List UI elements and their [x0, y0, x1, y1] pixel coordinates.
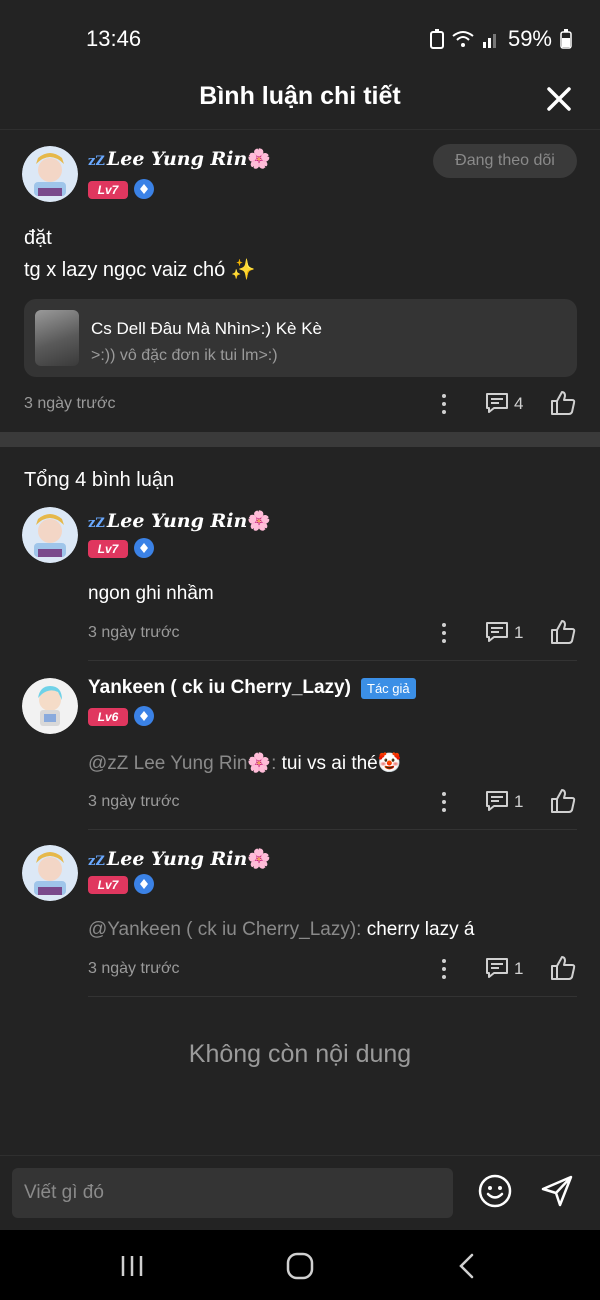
no-more-content: Không còn nội dung	[188, 1040, 412, 1068]
username[interactable]: zZ Lee Yung Rin🌸	[88, 847, 271, 870]
status-bar: 13:46 59%	[0, 0, 600, 78]
send-icon[interactable]	[540, 1174, 574, 1208]
comment-text: ngon ghi nhầm	[88, 583, 214, 605]
comment-composer	[0, 1155, 600, 1230]
comment-text: @zZ Lee Yung Rin🌸: tui vs ai thé🤡	[88, 751, 401, 775]
quote-subtitle: >:)) vô đặc đơn ik tui lm>:)	[91, 347, 278, 364]
divider	[88, 996, 577, 997]
flower-icon: 🌸	[247, 510, 271, 532]
more-icon[interactable]	[434, 957, 454, 981]
recent-apps-icon[interactable]	[116, 1250, 148, 1282]
avatar[interactable]	[22, 507, 78, 563]
emoji-icon[interactable]	[478, 1174, 512, 1208]
quote-title: Cs Dell Đâu Mà Nhìn>:) Kè Kè	[91, 319, 323, 338]
reply-icon[interactable]	[485, 621, 509, 643]
comment-body: cherry lazy á	[366, 919, 475, 940]
back-icon[interactable]	[452, 1250, 484, 1282]
verified-icon	[134, 874, 154, 894]
reply-count: 1	[514, 623, 524, 642]
like-icon[interactable]	[550, 788, 576, 814]
avatar[interactable]	[22, 146, 78, 202]
reply-icon[interactable]	[485, 790, 509, 812]
level-badge: Lv6	[88, 708, 128, 726]
like-icon[interactable]	[550, 390, 576, 416]
comment-count-heading: Tổng 4 bình luận	[24, 469, 175, 491]
level-badge: Lv7	[88, 876, 128, 894]
reply-count: 1	[514, 959, 524, 978]
verified-icon	[134, 706, 154, 726]
more-icon[interactable]	[434, 790, 454, 814]
author-badge: Tác giả	[361, 678, 416, 699]
username-text: Lee Yung Rin	[106, 510, 248, 532]
page-title: Bình luận chi tiết	[199, 82, 401, 110]
home-icon[interactable]	[284, 1250, 316, 1282]
battery-saver-icon	[429, 29, 444, 49]
header: Bình luận chi tiết	[0, 78, 600, 130]
divider	[88, 829, 577, 830]
avatar[interactable]	[22, 845, 78, 901]
comment-input[interactable]	[12, 1168, 453, 1218]
section-separator	[0, 432, 600, 447]
post-time: 3 ngày trước	[24, 395, 116, 412]
wifi-icon	[452, 31, 474, 47]
username-text: Lee Yung Rin	[106, 848, 248, 870]
more-icon[interactable]	[434, 392, 454, 416]
reply-count: 1	[514, 792, 524, 811]
divider	[88, 660, 577, 661]
flower-icon: 🌸	[247, 148, 271, 170]
comment-time: 3 ngày trước	[88, 624, 180, 641]
more-icon[interactable]	[434, 621, 454, 645]
battery-icon	[560, 29, 572, 49]
verified-icon	[134, 538, 154, 558]
sleep-zz: zZ	[88, 516, 105, 531]
username[interactable]: Yankeen ( ck iu Cherry_Lazy)	[88, 677, 351, 699]
reply-icon[interactable]	[485, 392, 509, 414]
reply-icon[interactable]	[485, 957, 509, 979]
sleep-zz: zZ	[88, 854, 105, 869]
battery-level: 59%	[507, 26, 552, 51]
quoted-post[interactable]: Cs Dell Đâu Mà Nhìn>:) Kè Kè >:)) vô đặc…	[24, 299, 577, 377]
quote-thumbnail	[35, 310, 79, 366]
avatar[interactable]	[22, 678, 78, 734]
comment-time: 3 ngày trước	[88, 960, 180, 977]
post-text-line2: tg x lazy ngọc vaiz chó ✨	[24, 259, 256, 281]
mention[interactable]: @Yankeen ( ck iu Cherry_Lazy):	[88, 919, 367, 940]
post-text-line1: đặt	[24, 227, 52, 249]
username[interactable]: zZ Lee Yung Rin🌸	[88, 509, 271, 532]
like-icon[interactable]	[550, 955, 576, 981]
comment-body: tui vs ai thé🤡	[281, 753, 402, 774]
system-nav-bar	[0, 1230, 600, 1300]
status-time: 13:46	[86, 26, 142, 51]
signal-icon	[482, 34, 496, 48]
flower-icon: 🌸	[247, 848, 271, 870]
comment-time: 3 ngày trước	[88, 793, 180, 810]
like-icon[interactable]	[550, 619, 576, 645]
comment-body: ngon ghi nhầm	[88, 583, 214, 604]
status-indicators: 59%	[429, 26, 572, 52]
level-badge: Lv7	[88, 181, 128, 199]
close-icon[interactable]	[544, 84, 574, 114]
sleep-zz: zZ	[88, 154, 105, 169]
level-badge: Lv7	[88, 540, 128, 558]
reply-count: 4	[514, 394, 524, 413]
verified-icon	[134, 179, 154, 199]
username-text: Lee Yung Rin	[106, 148, 248, 170]
comment-text: @Yankeen ( ck iu Cherry_Lazy): cherry la…	[88, 919, 474, 941]
follow-button[interactable]: Đang theo dõi	[433, 144, 577, 178]
mention[interactable]: @zZ Lee Yung Rin🌸:	[88, 753, 282, 774]
username[interactable]: zZ Lee Yung Rin🌸	[88, 147, 271, 170]
